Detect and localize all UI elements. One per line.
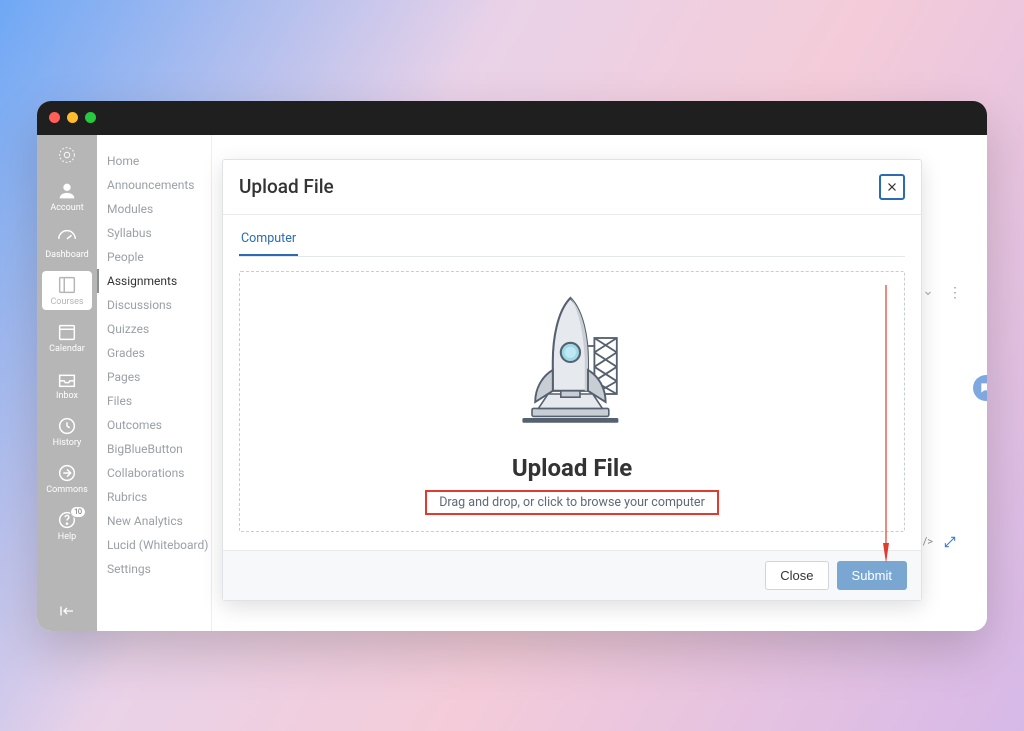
course-nav-item[interactable]: New Analytics	[97, 509, 211, 533]
nav-history[interactable]: History	[42, 412, 92, 451]
nav-label: Dashboard	[45, 251, 89, 260]
modal-header: Upload File	[223, 160, 921, 215]
nav-label: Inbox	[56, 392, 78, 401]
inbox-icon	[56, 368, 78, 390]
kebab-icon[interactable]: ⋮	[948, 285, 963, 301]
browser-window: Account Dashboard Courses Calendar Inbox…	[37, 101, 987, 631]
course-nav: Home Announcements Modules Syllabus Peop…	[97, 135, 212, 631]
nav-courses[interactable]: Courses	[42, 271, 92, 310]
course-nav-item[interactable]: Outcomes	[97, 413, 211, 437]
expand-icon[interactable]	[943, 535, 957, 549]
course-nav-item[interactable]: Lucid (Whiteboard)	[97, 533, 211, 557]
course-nav-item[interactable]: Modules	[97, 197, 211, 221]
course-nav-item[interactable]: People	[97, 245, 211, 269]
nav-dashboard[interactable]: Dashboard	[42, 224, 92, 263]
modal-footer: Close Submit	[223, 550, 921, 600]
submit-button[interactable]: Submit	[837, 561, 907, 590]
nav-calendar[interactable]: Calendar	[42, 318, 92, 357]
close-button[interactable]: Close	[765, 561, 828, 590]
browser-titlebar	[37, 101, 987, 135]
course-nav-item[interactable]: BigBlueButton	[97, 437, 211, 461]
course-nav-item-active[interactable]: Assignments	[97, 269, 211, 293]
course-nav-item[interactable]: Rubrics	[97, 485, 211, 509]
brand-icon	[56, 144, 78, 166]
nav-label: Help	[58, 533, 76, 542]
rocket-icon	[492, 282, 652, 442]
modal-title: Upload File	[239, 175, 334, 198]
chat-icon	[979, 381, 987, 395]
course-nav-item[interactable]: Home	[97, 149, 211, 173]
window-min-dot[interactable]	[67, 112, 78, 123]
share-icon	[56, 462, 78, 484]
course-nav-item[interactable]: Collaborations	[97, 461, 211, 485]
rocket-illustration	[492, 282, 652, 452]
book-icon	[56, 274, 78, 296]
nav-brand[interactable]	[42, 141, 92, 169]
modal-body: Computer	[223, 215, 921, 550]
user-icon	[56, 180, 78, 202]
window-max-dot[interactable]	[85, 112, 96, 123]
nav-collapse[interactable]	[58, 604, 76, 631]
course-nav-item[interactable]: Settings	[97, 557, 211, 581]
global-nav: Account Dashboard Courses Calendar Inbox…	[37, 135, 97, 631]
course-nav-item[interactable]: Grades	[97, 341, 211, 365]
nav-label: Calendar	[49, 345, 85, 354]
app-root: Account Dashboard Courses Calendar Inbox…	[37, 135, 987, 631]
nav-label: History	[53, 439, 82, 448]
nav-label: Account	[50, 204, 83, 213]
dropzone-title: Upload File	[512, 454, 632, 482]
clock-icon	[56, 415, 78, 437]
help-badge: 10	[70, 506, 86, 518]
nav-label: Commons	[46, 486, 88, 495]
course-nav-item[interactable]: Files	[97, 389, 211, 413]
modal-tabs: Computer	[239, 225, 905, 257]
course-nav-item[interactable]: Quizzes	[97, 317, 211, 341]
course-nav-item[interactable]: Syllabus	[97, 221, 211, 245]
chevron-down-icon	[922, 287, 934, 299]
nav-label: Courses	[50, 298, 83, 307]
collapse-icon	[58, 604, 76, 618]
nav-commons[interactable]: Commons	[42, 459, 92, 498]
modal-close-button[interactable]	[879, 174, 905, 200]
gauge-icon	[56, 227, 78, 249]
upload-dropzone[interactable]: Upload File Drag and drop, or click to b…	[239, 271, 905, 532]
course-nav-item[interactable]: Pages	[97, 365, 211, 389]
course-nav-item[interactable]: Discussions	[97, 293, 211, 317]
nav-help[interactable]: 10 Help	[42, 506, 92, 545]
course-nav-item[interactable]: Announcements	[97, 173, 211, 197]
upload-file-modal: Upload File Computer	[222, 159, 922, 601]
calendar-icon	[56, 321, 78, 343]
window-close-dot[interactable]	[49, 112, 60, 123]
close-icon	[886, 181, 898, 193]
nav-inbox[interactable]: Inbox	[42, 365, 92, 404]
dropzone-subtitle: Drag and drop, or click to browse your c…	[425, 490, 719, 515]
tab-computer[interactable]: Computer	[239, 225, 298, 256]
nav-account[interactable]: Account	[42, 177, 92, 216]
